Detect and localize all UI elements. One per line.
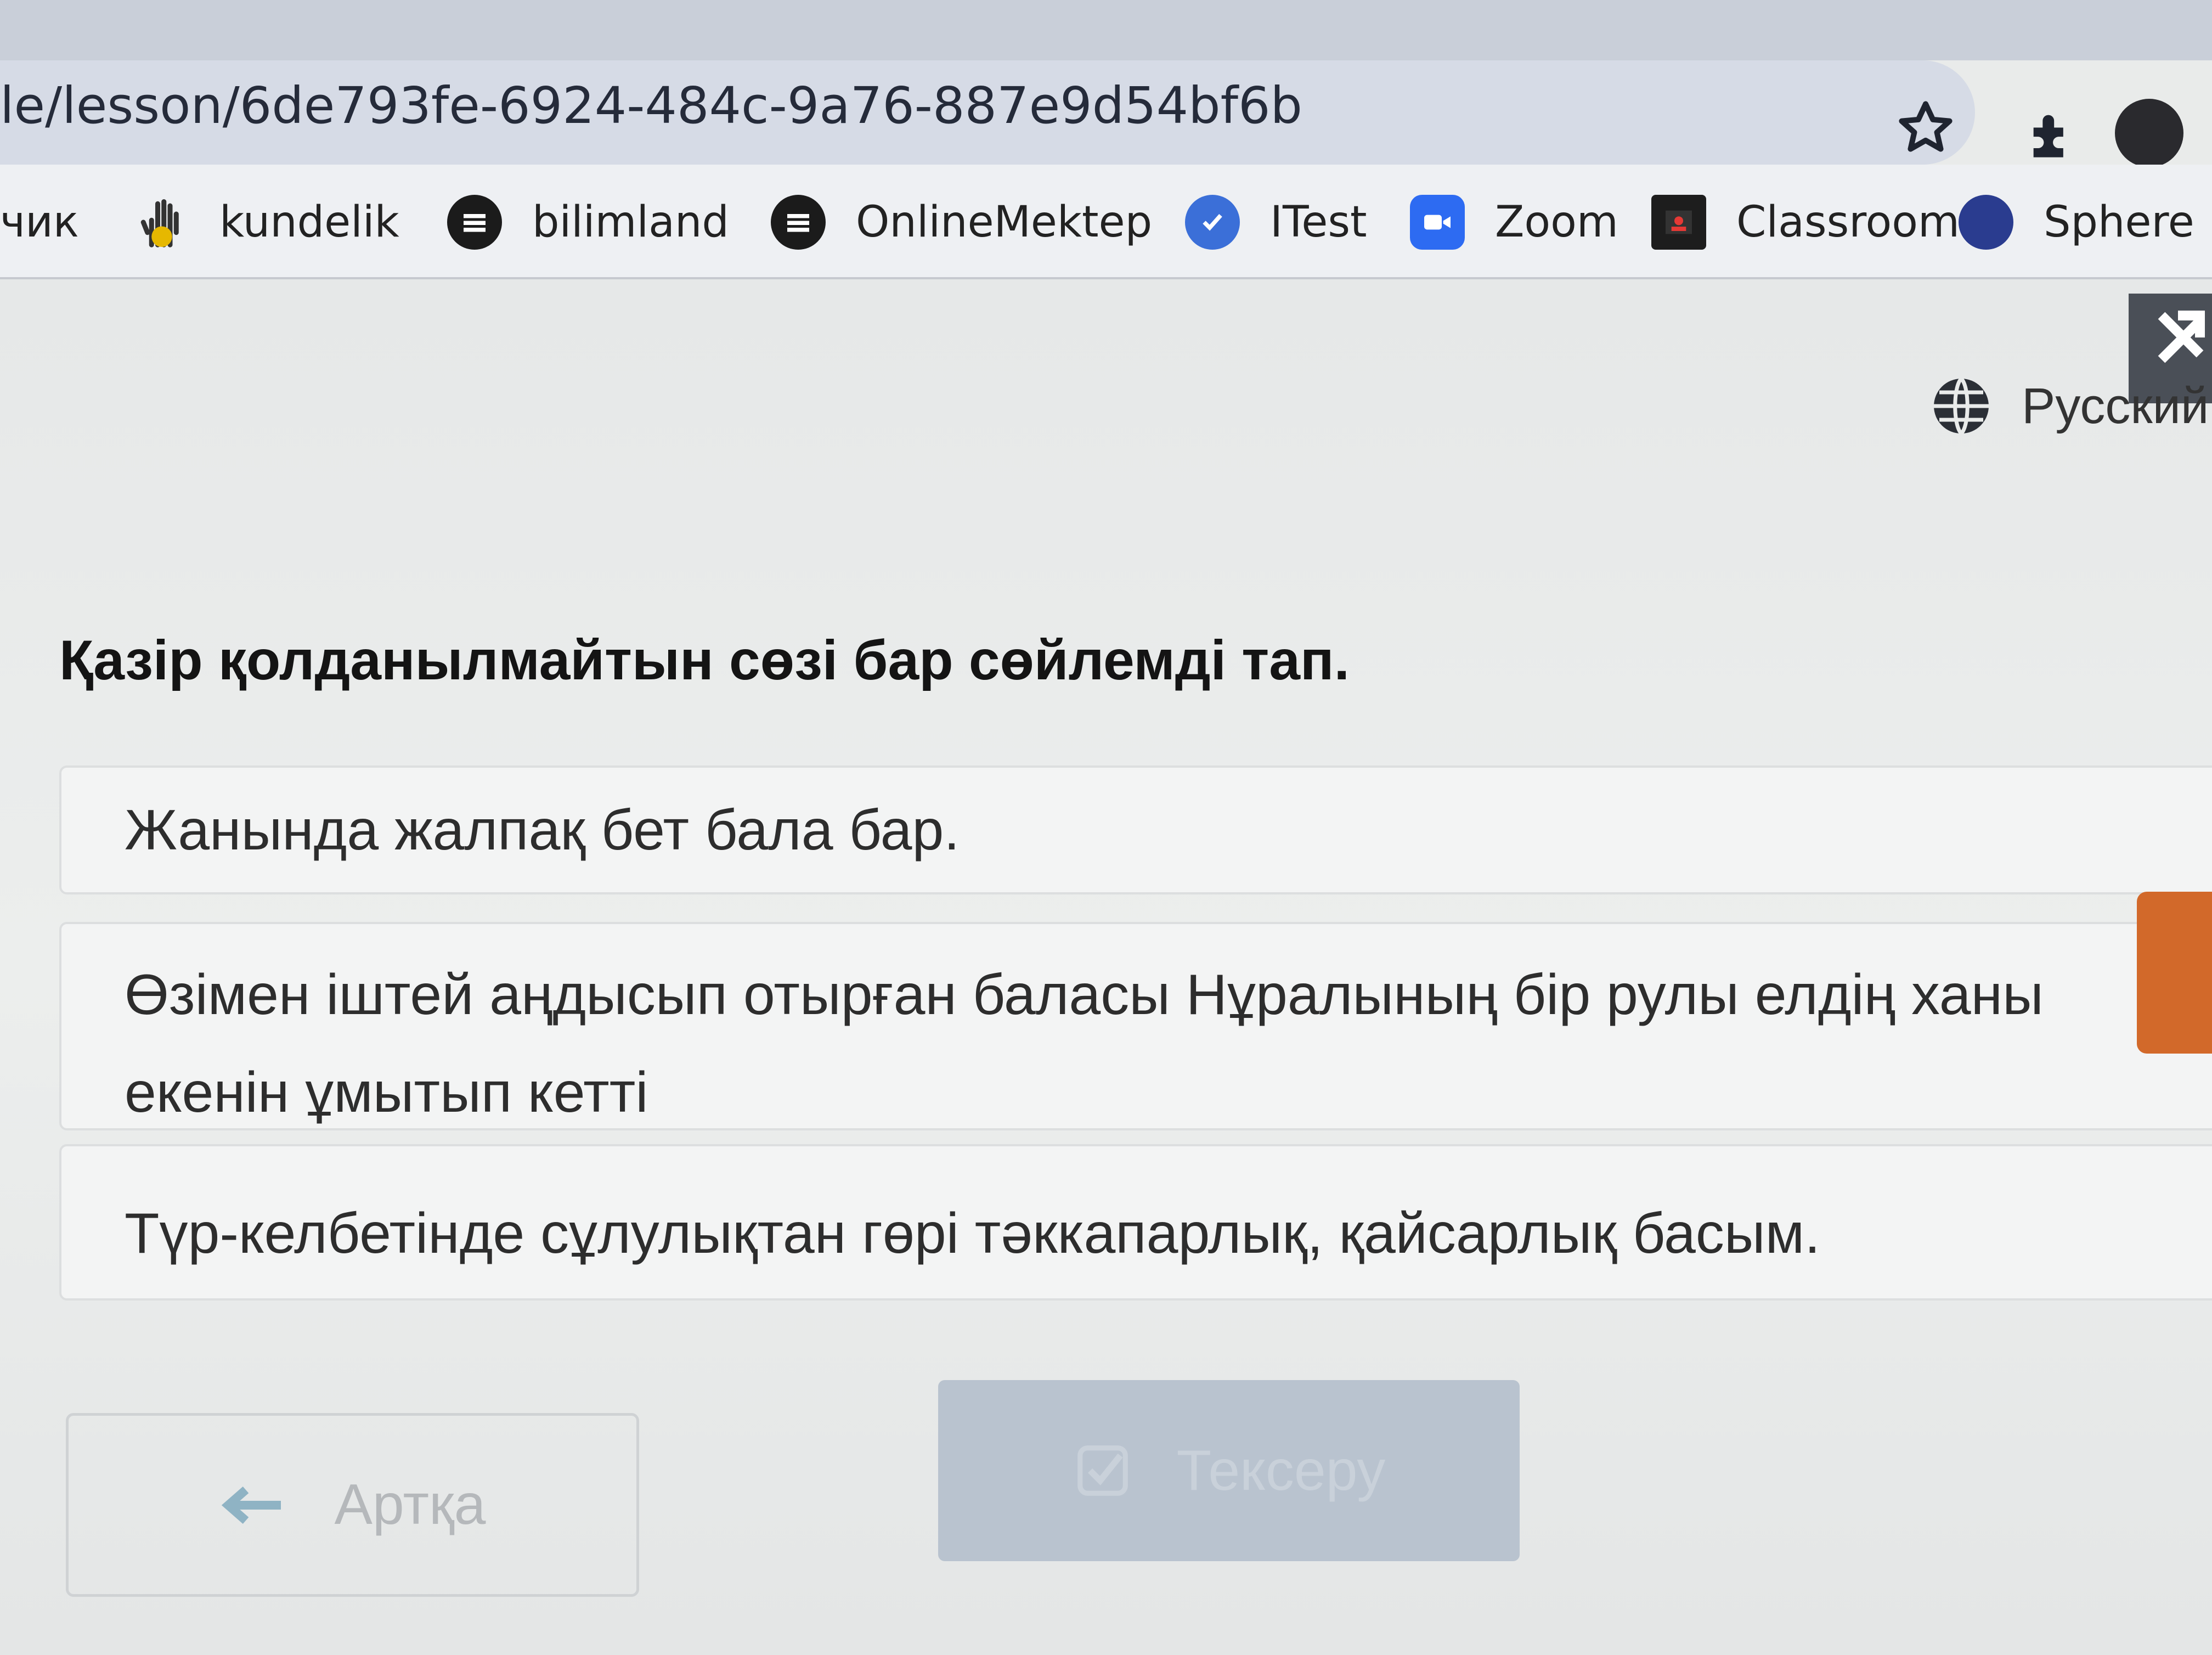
arrow-left-icon (221, 1486, 281, 1524)
bookmark-itest[interactable]: ITest (1185, 181, 1367, 263)
bookmark-kundelik[interactable]: kundelik (134, 181, 399, 263)
bookmark-label: Zoom (1495, 198, 1618, 247)
bookmark-onlinemektep[interactable]: OnlineMektep (771, 181, 1152, 263)
classroom-icon (1651, 195, 1706, 250)
bookmark-label: чик (0, 198, 79, 247)
bookmark-label: ITest (1270, 198, 1367, 247)
itest-icon (1185, 195, 1240, 250)
star-icon[interactable] (1895, 98, 1956, 158)
answer-option-2[interactable]: Өзімен іштей аңдысып отырған баласы Нұра… (59, 922, 2212, 1130)
check-button-label: Тексеру (1176, 1438, 1386, 1502)
bookmark-label: kundelik (219, 198, 399, 247)
bookmark-bilimland[interactable]: bilimland (447, 181, 729, 263)
sphere-icon (1959, 195, 2013, 250)
answer-option-1[interactable]: Жанында жалпақ бет бала бар. (59, 765, 2212, 894)
extensions-icon[interactable] (2024, 107, 2079, 162)
zoom-icon (1410, 195, 1465, 250)
bookmark-label: Sphere (2044, 198, 2194, 247)
language-label: Русский (2022, 378, 2209, 434)
bookmark-label: Classroom (1736, 198, 1960, 247)
window-top-strip (0, 0, 2212, 60)
bookmark-item[interactable]: чик (0, 181, 79, 263)
globe-icon (1934, 377, 1989, 435)
language-selector[interactable]: Русский (1928, 365, 2209, 447)
side-panel-tab[interactable] (2137, 892, 2212, 1054)
option-text: Өзімен іштей аңдысып отырған баласы Нұра… (125, 963, 2044, 1124)
url-text[interactable]: le/lesson/6de793fe-6924-484c-9a76-887e9d… (0, 65, 1302, 147)
bookmark-zoom[interactable]: Zoom (1410, 181, 1618, 263)
onlinemektep-icon (771, 195, 826, 250)
hand-icon (134, 195, 189, 250)
back-button[interactable]: Артқа (66, 1413, 639, 1597)
question-text: Қазір қолданылмайтын сөзі бар сөйлемді т… (59, 629, 1350, 691)
bookmark-classroom[interactable]: Classroom (1651, 181, 1960, 263)
bookmark-label: OnlineMektep (856, 198, 1153, 247)
bookmark-sphere[interactable]: Sphere (1959, 181, 2194, 263)
option-text: Түр-келбетінде сұлулықтан гөрі тәккапарл… (125, 1202, 1821, 1265)
check-button[interactable]: Тексеру (938, 1380, 1520, 1561)
bookmark-label: bilimland (532, 198, 729, 247)
back-button-label: Артқа (334, 1473, 486, 1536)
bilimland-icon (447, 195, 502, 250)
profile-icon[interactable] (2115, 99, 2183, 167)
check-icon (1077, 1445, 1128, 1496)
answer-option-3[interactable]: Түр-келбетінде сұлулықтан гөрі тәккапарл… (59, 1144, 2212, 1301)
option-text: Жанында жалпақ бет бала бар. (125, 798, 960, 862)
